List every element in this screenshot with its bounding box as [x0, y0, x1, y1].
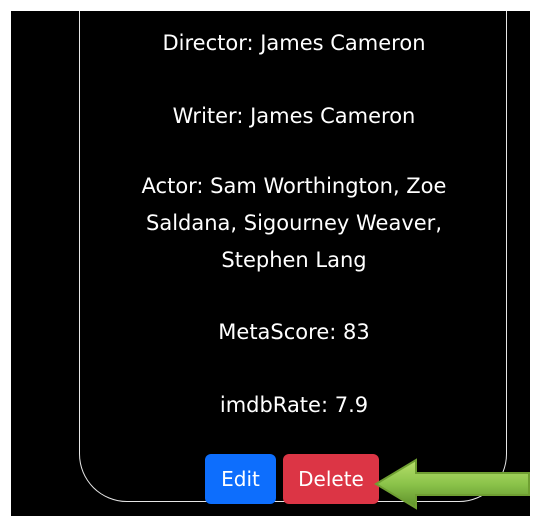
page-background: Director: James Cameron Writer: James Ca…	[11, 11, 530, 516]
delete-button[interactable]: Delete	[283, 454, 379, 504]
metascore-text: MetaScore: 83	[218, 320, 370, 344]
movie-card: Director: James Cameron Writer: James Ca…	[79, 11, 507, 504]
edit-button[interactable]: Edit	[205, 454, 276, 504]
arrow-left-icon	[374, 458, 530, 510]
screenshot-frame: Director: James Cameron Writer: James Ca…	[0, 0, 539, 526]
actor-text: Actor: Sam Worthington, Zoe Saldana, Sig…	[141, 174, 447, 272]
imdb-rate-text: imdbRate: 7.9	[219, 393, 369, 417]
director-text: Director: James Cameron	[162, 31, 426, 55]
writer-text: Writer: James Cameron	[172, 104, 416, 128]
